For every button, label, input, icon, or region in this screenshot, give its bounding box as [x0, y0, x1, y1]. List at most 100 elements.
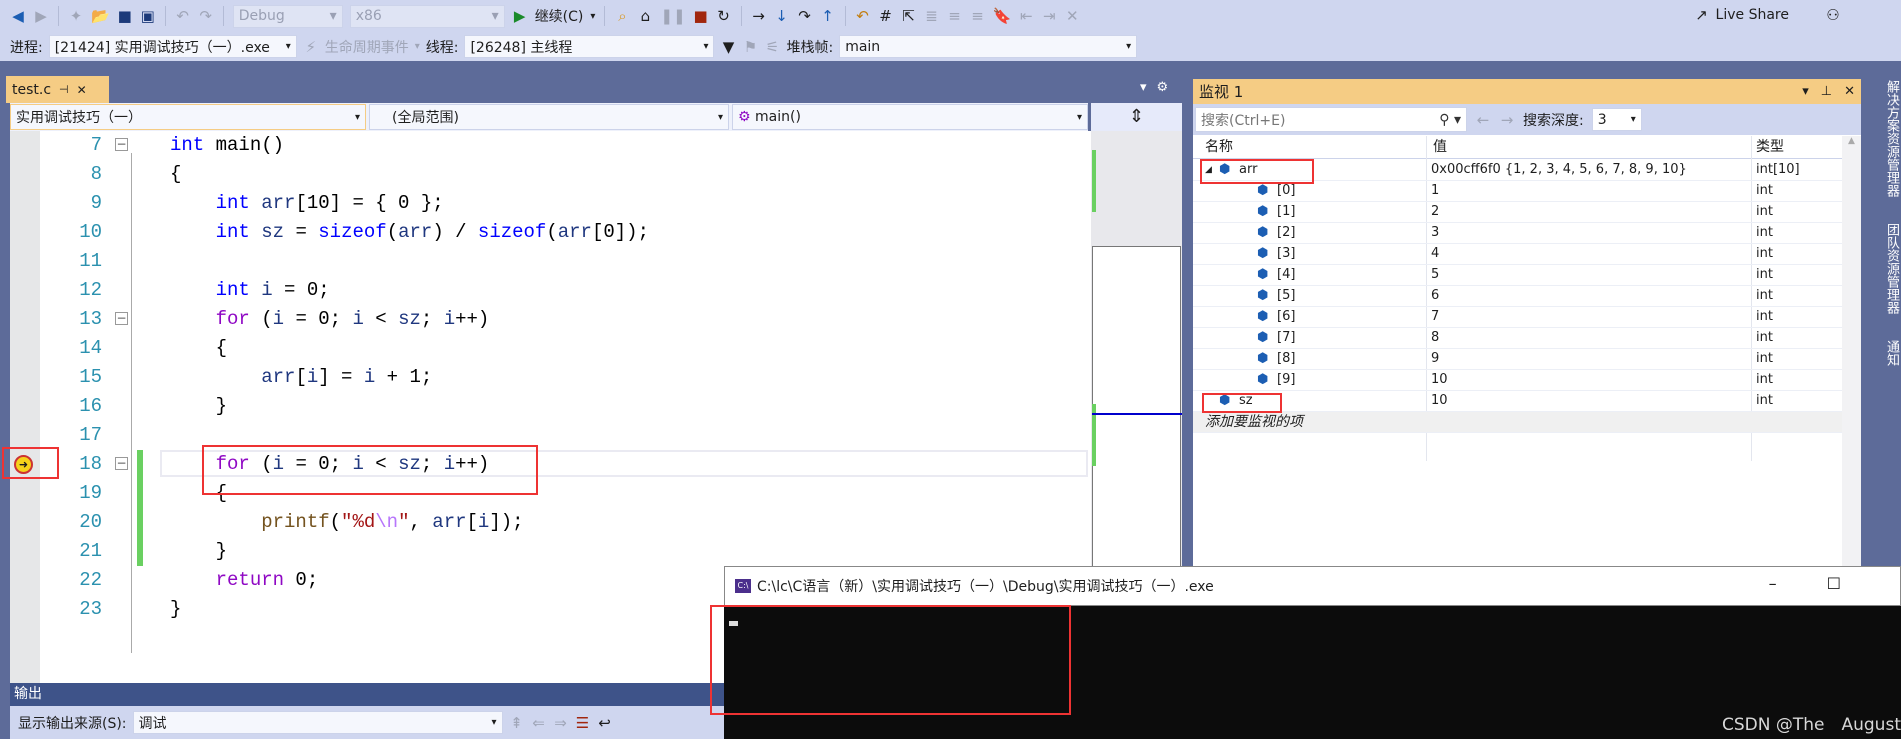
search-depth-select[interactable]: 3 ▾	[1591, 108, 1642, 131]
select-icon[interactable]: ⇱	[901, 7, 917, 25]
code-line[interactable]: 12 int i = 0;	[10, 276, 1091, 305]
next-message-icon[interactable]: ⇒	[553, 714, 569, 732]
code-line[interactable]: 8{	[10, 160, 1091, 189]
step-out-icon[interactable]: ↑	[820, 7, 836, 25]
maximize-icon[interactable]: ☐	[1827, 574, 1841, 593]
watch-row[interactable]: ⬢ [0] 1 int	[1193, 181, 1843, 202]
stack-frame-select[interactable]: main ▾	[839, 35, 1138, 58]
filter-icon[interactable]: ▼	[720, 38, 736, 56]
clear-all-icon[interactable]: ☰	[575, 714, 591, 732]
redo-icon[interactable]: ↷	[198, 7, 214, 25]
stop-icon[interactable]: ■	[693, 7, 709, 25]
code-line[interactable]: 9 int arr[10] = { 0 };	[10, 189, 1091, 218]
hot-reload-icon[interactable]: ↶	[855, 7, 871, 25]
thread-select[interactable]: [26248] 主线程 ▾	[464, 35, 715, 58]
watch-row[interactable]: ⬢ sz 10 int	[1193, 391, 1843, 412]
configuration-select[interactable]: Debug ▾	[232, 4, 343, 28]
tab-test-c[interactable]: test.c ⊣ ✕	[6, 76, 109, 103]
find-message-icon[interactable]: ⇞	[509, 714, 525, 732]
code-line[interactable]: 13− for (i = 0; i < sz; i++)	[10, 305, 1091, 334]
watch-row[interactable]: ⬢ [7] 8 int	[1193, 328, 1843, 349]
code-line[interactable]: 14 {	[10, 334, 1091, 363]
function-select[interactable]: ⚙ main() ▾	[732, 104, 1088, 130]
collapse-icon[interactable]: −	[115, 312, 128, 325]
save-icon[interactable]: ■	[117, 7, 133, 25]
watch-value[interactable]: 1	[1431, 181, 1439, 201]
open-file-icon[interactable]: 📂	[91, 7, 110, 25]
side-tab[interactable]: 团队资源管理器	[1880, 223, 1901, 314]
search-icon[interactable]: ⚲ ▾	[1439, 112, 1461, 128]
watch-value[interactable]: 5	[1431, 265, 1439, 285]
save-all-icon[interactable]: ▣	[140, 7, 156, 25]
code-line[interactable]: ➜ 18− for (i = 0; i < sz; i++)	[10, 450, 1091, 479]
project-select[interactable]: 实用调试技巧（一） ▾	[10, 104, 366, 130]
watch-value[interactable]: 2	[1431, 202, 1439, 222]
side-tab[interactable]: 解决方案资源管理器	[1880, 80, 1901, 197]
watch-row[interactable]: ⬢ [2] 3 int	[1193, 223, 1843, 244]
pause-icon[interactable]: ❚❚	[660, 7, 685, 25]
step-over-icon[interactable]: ↷	[797, 7, 813, 25]
code-line[interactable]: 17	[10, 421, 1091, 450]
code-line[interactable]: 7− int main()	[10, 131, 1091, 160]
pin-icon[interactable]: ⊥	[1821, 84, 1832, 99]
new-project-icon[interactable]: ✦	[68, 7, 84, 25]
console-titlebar[interactable]: C:\ C:\lc\C语言（新）\实用调试技巧（一）\Debug\实用调试技巧（一…	[724, 566, 1901, 606]
uncomment-icon[interactable]: ≡	[970, 7, 986, 25]
watch-row[interactable]: ⬢ [6] 7 int	[1193, 307, 1843, 328]
bookmark-icon[interactable]: 🔖	[993, 7, 1012, 25]
code-line[interactable]: 15 arr[i] = i + 1;	[10, 363, 1091, 392]
watch-row[interactable]: ⬢ [5] 6 int	[1193, 286, 1843, 307]
find-icon[interactable]: ⌕	[614, 7, 630, 25]
forward-arrow-icon[interactable]: →	[1499, 111, 1515, 129]
lifecycle-events-button[interactable]: 生命周期事件	[325, 37, 409, 57]
column-header-name[interactable]: 名称	[1205, 136, 1233, 158]
dropdown-icon[interactable]: ▾	[1140, 80, 1147, 95]
app-icon[interactable]: ⌂	[637, 7, 653, 25]
watch-row[interactable]: ⬢ [1] 2 int	[1193, 202, 1843, 223]
collapse-icon[interactable]: −	[115, 138, 128, 151]
code-line[interactable]: 21 }	[10, 537, 1091, 566]
platform-select[interactable]: x86 ▾	[349, 4, 505, 28]
column-header-value[interactable]: 值	[1433, 136, 1447, 158]
watch-value[interactable]: 9	[1431, 349, 1439, 369]
undo-icon[interactable]: ↶	[175, 7, 191, 25]
output-source-select[interactable]: 调试 ▾	[132, 711, 503, 734]
watch-search-input[interactable]: 搜索(Ctrl+E) ⚲ ▾	[1195, 107, 1467, 132]
watch-value[interactable]: 3	[1431, 223, 1439, 243]
close-icon[interactable]: ✕	[1844, 84, 1855, 99]
minimize-icon[interactable]: –	[1769, 574, 1777, 593]
watch-row[interactable]: ⬢ [9] 10 int	[1193, 370, 1843, 391]
gear-icon[interactable]: ⚙	[1157, 80, 1169, 95]
split-editor-icon[interactable]: ⇕	[1091, 103, 1182, 131]
prev-message-icon[interactable]: ⇐	[531, 714, 547, 732]
clear-bookmarks-icon[interactable]: ✕	[1064, 7, 1080, 25]
code-line[interactable]: 19 {	[10, 479, 1091, 508]
collapse-icon[interactable]: −	[115, 457, 128, 470]
next-bookmark-icon[interactable]: ⇥	[1041, 7, 1057, 25]
close-icon[interactable]: ✕	[77, 83, 87, 97]
scope-select[interactable]: (全局范围) ▾	[369, 104, 729, 130]
watch-value[interactable]: 7	[1431, 307, 1439, 327]
word-wrap-icon[interactable]: ↩	[597, 714, 613, 732]
code-line[interactable]: 10 int sz = sizeof(arr) / sizeof(arr[0])…	[10, 218, 1091, 247]
continue-button[interactable]: 继续(C)	[535, 6, 584, 26]
dropdown-icon[interactable]: ▾	[1802, 84, 1809, 99]
restart-icon[interactable]: ↻	[716, 7, 732, 25]
watch-row[interactable]: ⬢ [8] 9 int	[1193, 349, 1843, 370]
watch-value[interactable]: 8	[1431, 328, 1439, 348]
comment-icon[interactable]: ≡	[947, 7, 963, 25]
step-into-icon[interactable]: ↓	[774, 7, 790, 25]
hex-icon[interactable]: #	[878, 7, 894, 25]
live-share-button[interactable]: ↗ Live Share ⚇	[1694, 6, 1841, 24]
show-next-statement-icon[interactable]: →	[751, 7, 767, 25]
account-icon[interactable]: ⚇	[1825, 6, 1841, 24]
show-flagged-icon[interactable]: ⚟	[764, 38, 780, 56]
watch-row[interactable]: ⬢ [4] 5 int	[1193, 265, 1843, 286]
watch-value[interactable]: 4	[1431, 244, 1439, 264]
code-line[interactable]: 20 printf("%d\n", arr[i]);	[10, 508, 1091, 537]
watch-value[interactable]: 0x00cff6f0 {1, 2, 3, 4, 5, 6, 7, 8, 9, 1…	[1431, 160, 1687, 180]
watch-value[interactable]: 6	[1431, 286, 1439, 306]
add-watch-item[interactable]: 添加要监视的项	[1193, 412, 1843, 433]
continue-icon[interactable]: ▶	[512, 7, 528, 25]
flag-icon[interactable]: ⚑	[742, 38, 758, 56]
